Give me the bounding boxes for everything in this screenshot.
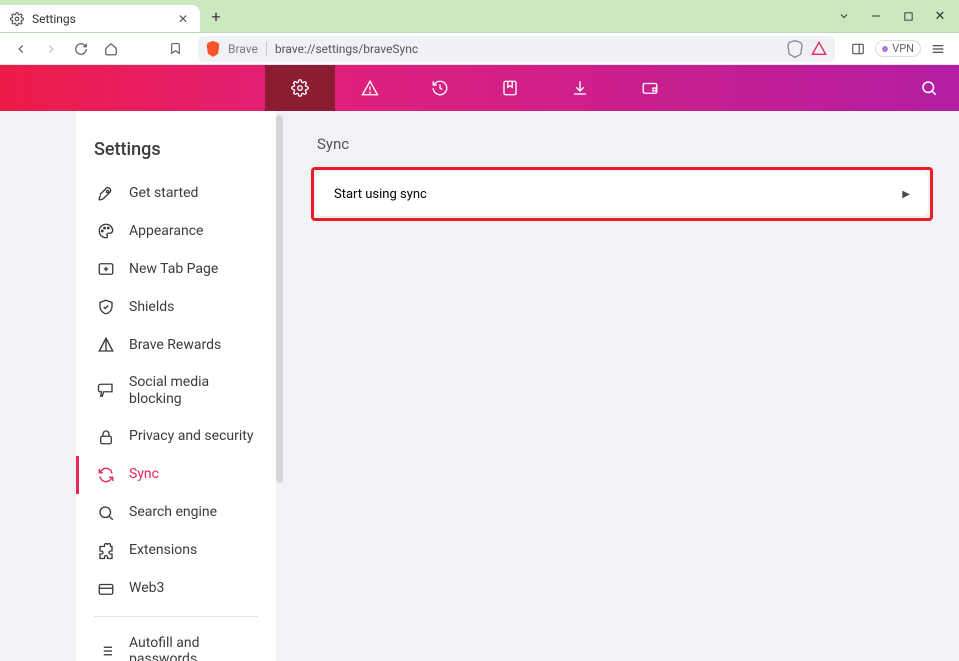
sync-icon: [97, 466, 115, 484]
address-product-label: Brave: [228, 42, 267, 56]
gear-icon: [10, 12, 24, 26]
sidebar-separator: [94, 616, 258, 617]
rocket-icon: [97, 184, 115, 202]
chevron-right-icon: ▶: [902, 189, 910, 200]
sidebar-item-shields[interactable]: Shields: [76, 288, 276, 326]
content-area: Settings Get started Appearance New Tab Pa…: [0, 111, 959, 661]
maximize-icon[interactable]: [901, 9, 915, 23]
puzzle-icon: [97, 542, 115, 560]
search-icon: [97, 504, 115, 522]
sidebar-item-brave-rewards[interactable]: Brave Rewards: [76, 326, 276, 364]
toolbar: Brave brave://settings/braveSync VPN: [0, 33, 959, 65]
sidebar-item-label: Sync: [129, 466, 159, 483]
start-sync-label: Start using sync: [334, 187, 427, 202]
sidebar-title: Settings: [76, 135, 276, 174]
minimize-icon[interactable]: [869, 9, 883, 23]
sidebar-item-social-media-blocking[interactable]: Social media blocking: [76, 364, 276, 418]
sidebar-item-label: New Tab Page: [129, 261, 218, 278]
settings-main: Sync Start using sync ▶: [285, 111, 959, 661]
ribbon-history-icon[interactable]: [405, 65, 475, 111]
new-tab-button[interactable]: +: [200, 0, 232, 32]
sidebar-item-web3[interactable]: Web3: [76, 570, 276, 608]
sidebar-item-label: Brave Rewards: [129, 337, 221, 354]
sidebar-item-privacy-and-security[interactable]: Privacy and security: [76, 418, 276, 456]
thumbsdown-icon: [97, 382, 115, 400]
sidebar-item-label: Shields: [129, 299, 174, 316]
brave-rewards-toolbar-icon[interactable]: [811, 41, 827, 57]
newtab-icon: [97, 260, 115, 278]
section-title: Sync: [311, 135, 933, 153]
sidebar-item-new-tab-page[interactable]: New Tab Page: [76, 250, 276, 288]
bookmark-button[interactable]: [162, 36, 188, 62]
vpn-badge[interactable]: VPN: [875, 40, 921, 57]
brave-shield-icon: [206, 42, 220, 56]
ribbon-warning-icon[interactable]: [335, 65, 405, 111]
browser-tab[interactable]: Settings ✕: [0, 5, 200, 32]
sidebar-toggle-icon[interactable]: [845, 36, 871, 62]
brave-shield-toolbar-icon[interactable]: [787, 40, 803, 58]
sidebar-item-search-engine[interactable]: Search engine: [76, 494, 276, 532]
close-window-icon[interactable]: ✕: [933, 9, 947, 23]
vpn-status-dot: [882, 46, 888, 52]
sidebar-item-label: Extensions: [129, 542, 197, 559]
ribbon-bookmark-icon[interactable]: [475, 65, 545, 111]
sidebar-item-extensions[interactable]: Extensions: [76, 532, 276, 570]
menu-button[interactable]: [925, 36, 951, 62]
sidebar-item-appearance[interactable]: Appearance: [76, 212, 276, 250]
ribbon-search-button[interactable]: [899, 65, 959, 111]
window-controls: ✕: [837, 0, 959, 32]
screenshot-highlight: Start using sync ▶: [311, 167, 933, 221]
home-button[interactable]: [98, 36, 124, 62]
sidebar-item-label: Get started: [129, 185, 198, 202]
back-button[interactable]: [8, 36, 34, 62]
ribbon-wallet-icon[interactable]: [615, 65, 685, 111]
chevron-down-icon[interactable]: [837, 9, 851, 23]
address-url: brave://settings/braveSync: [275, 42, 418, 56]
scrollbar[interactable]: [276, 115, 283, 483]
address-bar[interactable]: Brave brave://settings/braveSync: [198, 36, 835, 62]
shield-icon: [97, 298, 115, 316]
autofill-icon: [97, 642, 115, 660]
sidebar-item-sync[interactable]: Sync: [76, 456, 276, 494]
sidebar-item-autofill-and-passwords[interactable]: Autofill and passwords: [76, 625, 276, 661]
sidebar-item-label: Search engine: [129, 504, 217, 521]
reload-button[interactable]: [68, 36, 94, 62]
ribbon-settings-icon[interactable]: [265, 65, 335, 111]
start-sync-button[interactable]: Start using sync ▶: [316, 172, 928, 216]
lock-icon: [97, 428, 115, 446]
sidebar-item-label: Privacy and security: [129, 428, 253, 445]
titlebar: Settings ✕ + ✕: [0, 0, 959, 33]
sidebar-item-label: Autofill and passwords: [129, 635, 258, 661]
forward-button[interactable]: [38, 36, 64, 62]
tab-title: Settings: [32, 12, 168, 26]
settings-sidebar: Settings Get started Appearance New Tab Pa…: [76, 111, 276, 661]
close-icon[interactable]: ✕: [176, 12, 190, 26]
palette-icon: [97, 222, 115, 240]
sidebar-item-label: Appearance: [129, 223, 203, 240]
sidebar-item-label: Web3: [129, 580, 164, 597]
rewards-icon: [97, 336, 115, 354]
ribbon-download-icon[interactable]: [545, 65, 615, 111]
vpn-label: VPN: [892, 42, 914, 55]
sidebar-item-label: Social media blocking: [129, 374, 258, 408]
settings-ribbon: [0, 65, 959, 111]
wallet-card-icon: [97, 580, 115, 598]
sidebar-item-get-started[interactable]: Get started: [76, 174, 276, 212]
